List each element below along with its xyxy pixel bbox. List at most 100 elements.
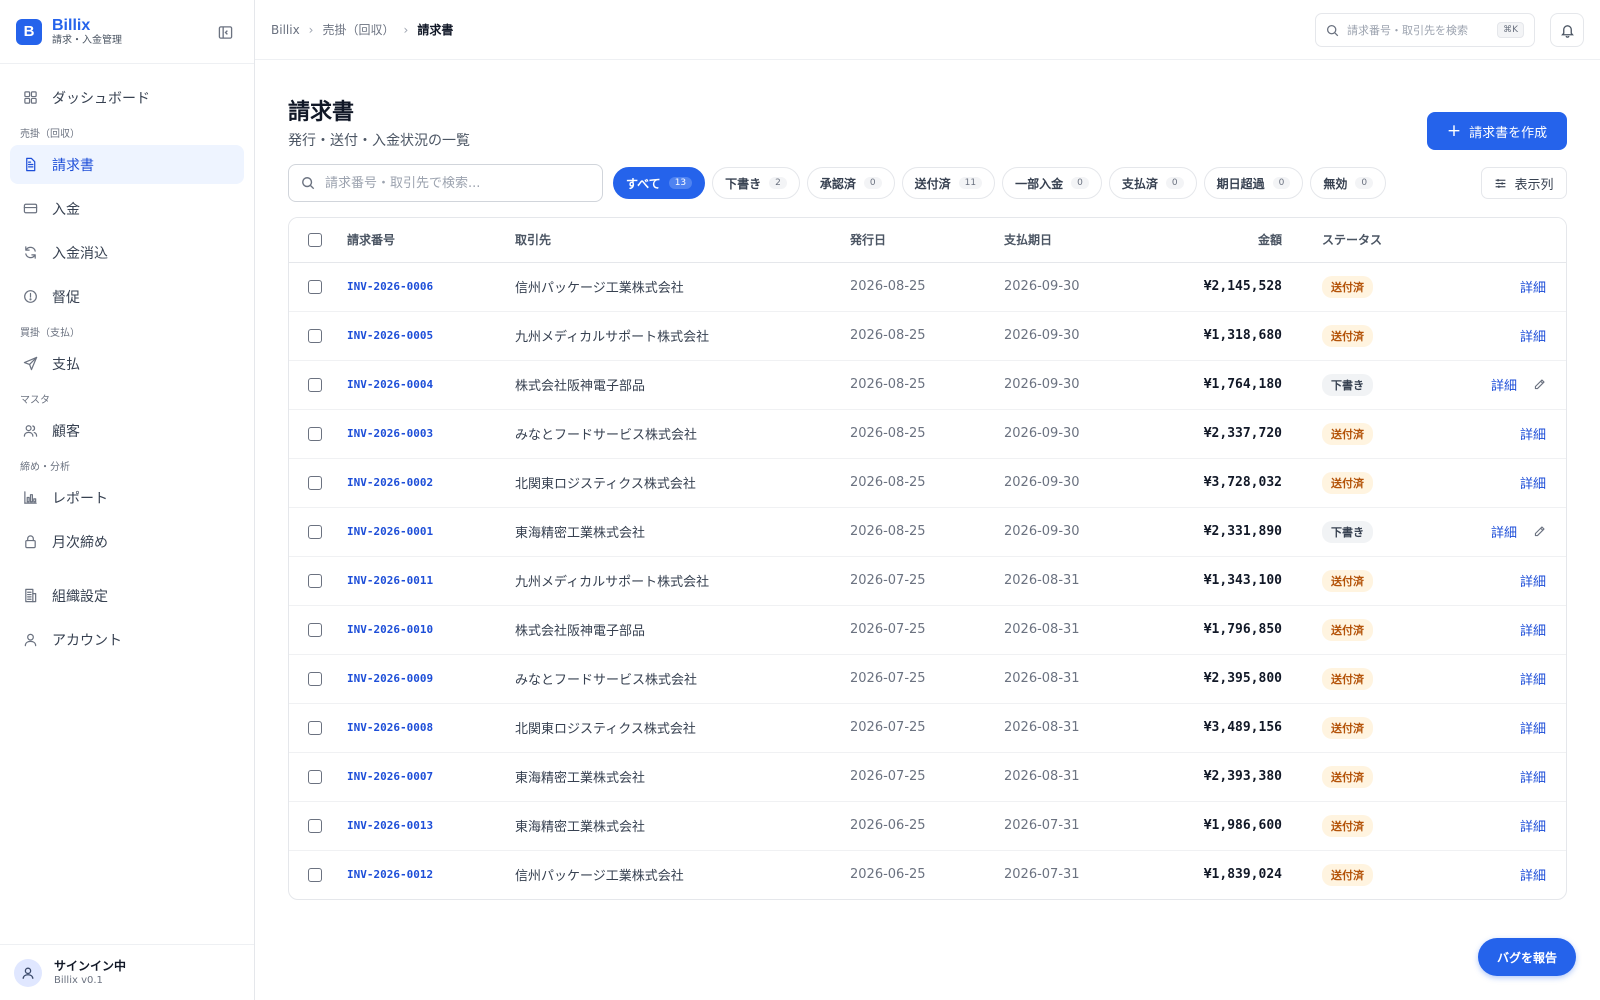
amount: ¥2,331,890 bbox=[1154, 507, 1282, 557]
filter-chip[interactable]: 期日超過 0 bbox=[1203, 167, 1304, 199]
row-checkbox[interactable] bbox=[308, 769, 322, 784]
sidebar-item-refresh[interactable]: 入金消込 bbox=[10, 233, 244, 272]
global-search[interactable]: 請求番号・取引先を検索 ⌘K bbox=[1315, 13, 1535, 47]
table-row[interactable]: INV-2026-0005 九州メディカルサポート株式会社 2026-08-25… bbox=[289, 311, 1566, 361]
row-checkbox[interactable] bbox=[308, 818, 322, 833]
table-row[interactable]: INV-2026-0010 株式会社阪神電子部品 2026-07-25 2026… bbox=[289, 605, 1566, 655]
sidebar-item-alert-circle[interactable]: 督促 bbox=[10, 277, 244, 316]
table-row[interactable]: INV-2026-0008 北関東ロジスティクス株式会社 2026-07-25 … bbox=[289, 703, 1566, 753]
table-row[interactable]: INV-2026-0003 みなとフードサービス株式会社 2026-08-25 … bbox=[289, 409, 1566, 459]
table-row[interactable]: INV-2026-0006 信州パッケージ工業株式会社 2026-08-25 2… bbox=[289, 262, 1566, 312]
detail-link[interactable]: 詳細 bbox=[1520, 428, 1546, 443]
header-amount[interactable]: 金額 bbox=[1154, 218, 1282, 263]
amount: ¥1,986,600 bbox=[1154, 801, 1282, 851]
select-all-checkbox[interactable] bbox=[308, 233, 322, 247]
user-box[interactable]: サインイン中 Billix v0.1 bbox=[0, 944, 254, 1000]
brand-subtitle: 請求・入金管理 bbox=[52, 34, 122, 46]
notifications-button[interactable] bbox=[1550, 13, 1584, 47]
invoice-number-link[interactable]: INV-2026-0013 bbox=[347, 819, 433, 832]
detail-link[interactable]: 詳細 bbox=[1520, 477, 1546, 492]
invoice-number-link[interactable]: INV-2026-0008 bbox=[347, 721, 433, 734]
filter-chip[interactable]: 送付済 11 bbox=[901, 167, 996, 199]
invoice-number-link[interactable]: INV-2026-0011 bbox=[347, 574, 433, 587]
invoice-number-link[interactable]: INV-2026-0001 bbox=[347, 525, 433, 538]
filter-chip[interactable]: すべて 13 bbox=[613, 167, 706, 199]
create-invoice-button[interactable]: + 請求書を作成 bbox=[1427, 112, 1567, 150]
sidebar-item-card[interactable]: 入金 bbox=[10, 189, 244, 228]
invoice-number-link[interactable]: INV-2026-0009 bbox=[347, 672, 433, 685]
header-due-date[interactable]: 支払期日 bbox=[1004, 218, 1154, 263]
table-row[interactable]: INV-2026-0012 信州パッケージ工業株式会社 2026-06-25 2… bbox=[289, 850, 1566, 899]
invoice-number-link[interactable]: INV-2026-0003 bbox=[347, 427, 433, 440]
table-row[interactable]: INV-2026-0004 株式会社阪神電子部品 2026-08-25 2026… bbox=[289, 360, 1566, 410]
row-checkbox[interactable] bbox=[308, 622, 322, 637]
row-checkbox[interactable] bbox=[308, 573, 322, 588]
list-search-input[interactable] bbox=[325, 175, 585, 191]
detail-link[interactable]: 詳細 bbox=[1520, 771, 1546, 786]
header-client[interactable]: 取引先 bbox=[515, 218, 850, 263]
row-checkbox[interactable] bbox=[308, 279, 322, 294]
filter-chip-count: 0 bbox=[1272, 177, 1291, 189]
detail-link[interactable]: 詳細 bbox=[1491, 526, 1517, 541]
table-row[interactable]: INV-2026-0013 東海精密工業株式会社 2026-06-25 2026… bbox=[289, 801, 1566, 851]
invoice-number-cell: INV-2026-0006 bbox=[347, 262, 515, 312]
row-checkbox[interactable] bbox=[308, 426, 322, 441]
detail-link[interactable]: 詳細 bbox=[1520, 820, 1546, 835]
detail-link[interactable]: 詳細 bbox=[1520, 281, 1546, 296]
sidebar-item-building[interactable]: 組織設定 bbox=[10, 576, 244, 615]
filter-chip[interactable]: 支払済 0 bbox=[1108, 167, 1197, 199]
invoice-number-link[interactable]: INV-2026-0012 bbox=[347, 868, 433, 881]
table-row[interactable]: INV-2026-0002 北関東ロジスティクス株式会社 2026-08-25 … bbox=[289, 458, 1566, 508]
detail-link[interactable]: 詳細 bbox=[1520, 575, 1546, 590]
detail-link[interactable]: 詳細 bbox=[1520, 869, 1546, 884]
collapse-sidebar-button[interactable] bbox=[216, 23, 234, 41]
breadcrumb-item-root[interactable]: Billix bbox=[271, 23, 300, 37]
sidebar-item-user[interactable]: アカウント bbox=[10, 620, 244, 659]
sidebar-item-document[interactable]: 請求書 bbox=[10, 145, 244, 184]
table-row[interactable]: INV-2026-0009 みなとフードサービス株式会社 2026-07-25 … bbox=[289, 654, 1566, 704]
invoice-number-link[interactable]: INV-2026-0006 bbox=[347, 280, 433, 293]
invoice-number-link[interactable]: INV-2026-0010 bbox=[347, 623, 433, 636]
filter-chip[interactable]: 無効 0 bbox=[1310, 167, 1387, 199]
invoice-number-link[interactable]: INV-2026-0007 bbox=[347, 770, 433, 783]
detail-link[interactable]: 詳細 bbox=[1520, 624, 1546, 639]
sidebar-item-label: 請求書 bbox=[52, 157, 94, 174]
detail-link[interactable]: 詳細 bbox=[1491, 379, 1517, 394]
header-number[interactable]: 請求番号 bbox=[347, 218, 515, 263]
table-row[interactable]: INV-2026-0011 九州メディカルサポート株式会社 2026-07-25… bbox=[289, 556, 1566, 606]
detail-link[interactable]: 詳細 bbox=[1520, 673, 1546, 688]
breadcrumb-item-receivables[interactable]: 売掛（回収） bbox=[322, 21, 394, 38]
sidebar-item-lock[interactable]: 月次締め bbox=[10, 522, 244, 561]
row-checkbox[interactable] bbox=[308, 671, 322, 686]
header-actions bbox=[1412, 218, 1566, 263]
row-checkbox[interactable] bbox=[308, 328, 322, 343]
invoice-number-link[interactable]: INV-2026-0004 bbox=[347, 378, 433, 391]
row-checkbox[interactable] bbox=[308, 720, 322, 735]
row-checkbox[interactable] bbox=[308, 475, 322, 490]
row-checkbox[interactable] bbox=[308, 524, 322, 539]
edit-icon[interactable] bbox=[1533, 525, 1546, 542]
invoice-number-link[interactable]: INV-2026-0002 bbox=[347, 476, 433, 489]
table-row[interactable]: INV-2026-0007 東海精密工業株式会社 2026-07-25 2026… bbox=[289, 752, 1566, 802]
row-checkbox[interactable] bbox=[308, 377, 322, 392]
edit-icon[interactable] bbox=[1533, 378, 1546, 395]
sidebar-item-bar-chart[interactable]: レポート bbox=[10, 478, 244, 517]
row-checkbox[interactable] bbox=[308, 867, 322, 882]
header-status[interactable]: ステータス bbox=[1282, 218, 1412, 263]
filter-chip[interactable]: 下書き 2 bbox=[712, 167, 800, 199]
table-row[interactable]: INV-2026-0001 東海精密工業株式会社 2026-08-25 2026… bbox=[289, 507, 1566, 557]
invoice-number-link[interactable]: INV-2026-0005 bbox=[347, 329, 433, 342]
issue-date: 2026-07-25 bbox=[850, 654, 1004, 704]
columns-button[interactable]: 表示列 bbox=[1481, 167, 1567, 199]
detail-link[interactable]: 詳細 bbox=[1520, 330, 1546, 345]
filter-chip[interactable]: 承認済 0 bbox=[806, 167, 895, 199]
detail-link[interactable]: 詳細 bbox=[1520, 722, 1546, 737]
sidebar-item-send[interactable]: 支払 bbox=[10, 344, 244, 383]
filter-chip-count: 13 bbox=[668, 177, 693, 189]
issue-date: 2026-08-25 bbox=[850, 311, 1004, 361]
sidebar-item-users[interactable]: 顧客 bbox=[10, 411, 244, 450]
report-bug-button[interactable]: バグを報告 bbox=[1478, 938, 1576, 976]
filter-chip[interactable]: 一部入金 0 bbox=[1002, 167, 1102, 199]
sidebar-item-dashboard[interactable]: ダッシュボード bbox=[10, 78, 244, 117]
header-issue-date[interactable]: 発行日 bbox=[850, 218, 1004, 263]
